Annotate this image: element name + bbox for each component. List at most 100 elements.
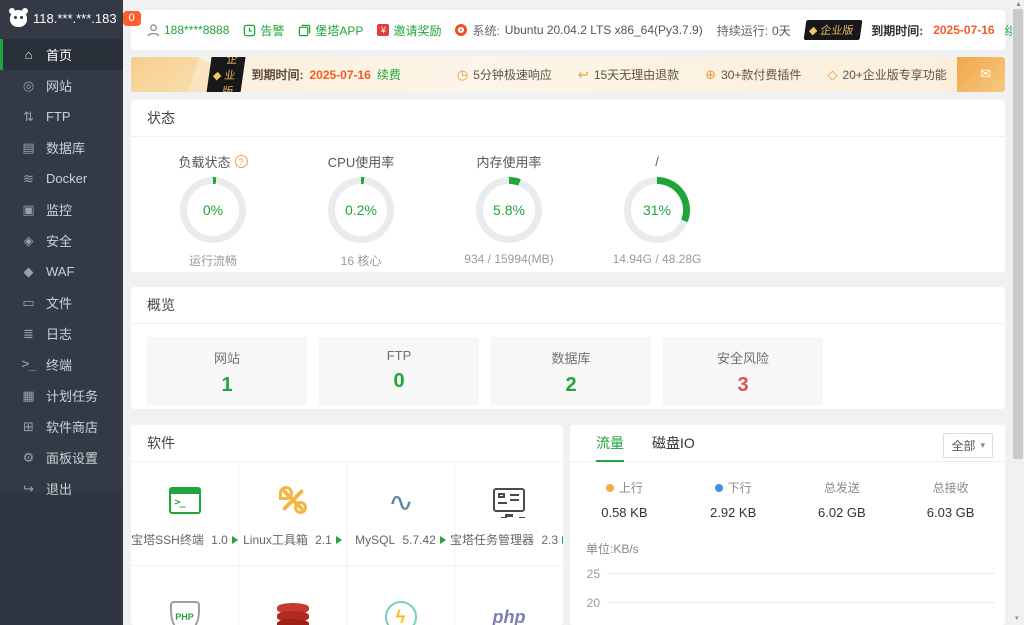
- overview-card-title: 概览: [131, 287, 1005, 324]
- shield-solid-icon: ◆: [23, 263, 34, 279]
- alarm-link[interactable]: 告警: [243, 22, 284, 39]
- banner-feature: ◇ 20+企业版专享功能: [827, 66, 946, 83]
- enterprise-promo-banner[interactable]: ◆ 企业版 到期时间: 2025-07-16 续费 ◷ 5分钟极速响应 ↩ 15天无…: [131, 57, 1005, 92]
- banner-feature: ↩ 15天无理由退款: [578, 66, 679, 83]
- sidebar-item-terminal[interactable]: >_ 终端: [0, 349, 123, 380]
- software-item-php-guard[interactable]: PHP: [131, 565, 239, 625]
- disk-gauge-ring: 31%: [624, 177, 690, 243]
- ssh-terminal-icon: >_: [168, 486, 201, 514]
- edition-label: 企业版: [819, 25, 854, 37]
- sidebar-item-label: 网站: [46, 79, 73, 94]
- stat-label: 上行: [618, 481, 643, 495]
- gridline: [606, 602, 995, 603]
- sidebar-item-website[interactable]: ◎ 网站: [0, 70, 123, 101]
- scrollbar-thumb[interactable]: [1013, 9, 1023, 459]
- scroll-up-arrow-icon[interactable]: ▲: [1015, 1, 1022, 8]
- sidebar-item-label: 监控: [46, 203, 73, 218]
- lightning-bolt-icon: ϟ: [384, 601, 417, 625]
- enterprise-edition-badge: ◆ 企业版: [205, 57, 248, 92]
- clock-icon: ◷: [456, 66, 469, 82]
- folder-icon: ▭: [22, 294, 35, 310]
- sidebar-item-docker[interactable]: ≋ Docker: [0, 163, 123, 194]
- sidebar-footer-area: [0, 492, 123, 625]
- redis-icon: [276, 603, 309, 625]
- page-scrollbar[interactable]: ▲ ▾: [1012, 0, 1024, 625]
- help-icon[interactable]: ?: [234, 154, 248, 168]
- sidebar-item-files[interactable]: ▭ 文件: [0, 287, 123, 318]
- software-item-linux-toolbox[interactable]: Linux工具箱 2.1: [239, 462, 347, 565]
- cpu-gauge[interactable]: CPU使用率 0.2% 16 核心: [287, 151, 435, 269]
- stat-label: 总接收: [932, 481, 969, 495]
- mysql-dolphin-icon: ∿: [387, 486, 414, 517]
- php-logo-icon: php: [492, 606, 526, 625]
- stat-value: 6.03 GB: [926, 505, 975, 520]
- grid-store-icon: ⊞: [23, 418, 34, 434]
- ubuntu-icon: [455, 24, 468, 36]
- ftp-icon: ⇅: [23, 108, 34, 124]
- run-icon: [562, 535, 563, 544]
- plugin-icon: ⊕: [705, 66, 717, 82]
- sidebar-item-label: 面板设置: [46, 451, 99, 466]
- load-gauge[interactable]: 负载状态? 0% 运行流畅: [139, 151, 287, 269]
- tab-traffic[interactable]: 流量: [582, 425, 638, 462]
- renew-button[interactable]: 续费: [377, 66, 401, 83]
- sidebar-item-waf[interactable]: ◆ WAF: [0, 256, 123, 287]
- tile-label: 网站: [213, 351, 240, 366]
- sidebar-item-security[interactable]: ◈ 安全: [0, 225, 123, 256]
- sidebar-item-label: 文件: [46, 296, 73, 311]
- software-item-mysql[interactable]: ∿ MySQL 5.7.42: [347, 462, 455, 565]
- overview-tile-website[interactable]: 网站 1: [147, 337, 307, 405]
- system-label: 系统:: [472, 23, 500, 38]
- overview-tile-security-risk[interactable]: 安全风险 3: [663, 337, 823, 405]
- app-squares-icon: [299, 24, 311, 36]
- gauge-value: 5.8%: [493, 202, 525, 218]
- sidebar-item-cron[interactable]: ▦ 计划任务: [0, 380, 123, 411]
- sidebar-item-monitor[interactable]: ▣ 监控: [0, 194, 123, 225]
- alarm-label: 告警: [260, 23, 285, 38]
- software-item-task-manager[interactable]: 宝塔任务管理器 2.3: [450, 462, 563, 565]
- software-item-redis[interactable]: [239, 565, 347, 625]
- message-count-badge[interactable]: 0: [122, 11, 141, 26]
- software-version: 2.3: [541, 532, 559, 547]
- overview-tile-ftp[interactable]: FTP 0: [319, 337, 479, 405]
- server-identity[interactable]: 118.***.***.183 0: [0, 0, 141, 37]
- status-card-title: 状态: [131, 100, 1005, 137]
- sidebar-item-ftp[interactable]: ⇅ FTP: [0, 101, 123, 132]
- run-icon: [231, 535, 238, 544]
- invite-reward-link[interactable]: ¥ 邀请奖励: [377, 22, 441, 39]
- sidebar-item-label: 数据库: [46, 141, 86, 156]
- sidebar-item-home[interactable]: ⌂ 首页: [0, 39, 123, 70]
- memory-gauge[interactable]: 内存使用率 5.8% 934 / 15994(MB): [435, 151, 583, 269]
- sidebar-item-logs[interactable]: ≣ 日志: [0, 318, 123, 349]
- disk-root-gauge[interactable]: / 31% 14.94G / 48.28G: [583, 151, 731, 269]
- software-card: 软件 >_ 宝塔SSH终端 1.0 Linux工具箱 2.1 ∿ MySQL 5…: [131, 425, 563, 625]
- range-filter-value: 全部: [951, 439, 976, 453]
- overview-tile-database[interactable]: 数据库 2: [491, 337, 651, 405]
- edition-label: 企业版: [221, 57, 239, 92]
- software-name: MySQL: [355, 532, 396, 547]
- sidebar-item-database[interactable]: ▤ 数据库: [0, 132, 123, 163]
- scroll-down-arrow-icon[interactable]: ▾: [1015, 614, 1019, 622]
- sidebar-item-panel-settings[interactable]: ⚙ 面板设置: [0, 442, 123, 473]
- stat-upstream: 上行 0.58 KB: [570, 479, 679, 520]
- enterprise-edition-badge[interactable]: ◆ 企业版: [803, 20, 863, 40]
- gridline: [606, 573, 995, 574]
- gauge-value: 31%: [642, 202, 672, 218]
- stat-downstream: 下行 2.92 KB: [679, 479, 788, 520]
- sidebar-item-label: FTP: [46, 109, 71, 124]
- downstream-dot-icon: [714, 483, 723, 492]
- range-filter-select[interactable]: 全部 ▾: [943, 433, 993, 458]
- software-item-php[interactable]: php: [455, 565, 563, 625]
- expire-date: 2025-07-16: [309, 67, 371, 82]
- memory-gauge-ring: 5.8%: [476, 177, 542, 243]
- gauge-subtext: 14.94G / 48.28G: [612, 252, 702, 266]
- account-link[interactable]: 188****8888: [147, 23, 229, 37]
- sidebar: 118.***.***.183 0 ⌂ 首页 ◎ 网站 ⇅ FTP ▤ 数据库 ≋ Doc…: [0, 0, 141, 625]
- software-item-memcached[interactable]: ϟ: [347, 565, 455, 625]
- software-item-ssh-terminal[interactable]: >_ 宝塔SSH终端 1.0: [131, 462, 239, 565]
- bt-app-link[interactable]: 堡塔APP: [298, 22, 363, 39]
- sidebar-item-app-store[interactable]: ⊞ 软件商店: [0, 411, 123, 442]
- tab-disk-io[interactable]: 磁盘IO: [638, 425, 709, 462]
- sidebar-item-label: WAF: [46, 264, 75, 279]
- bt-panel-logo-icon: [9, 8, 28, 27]
